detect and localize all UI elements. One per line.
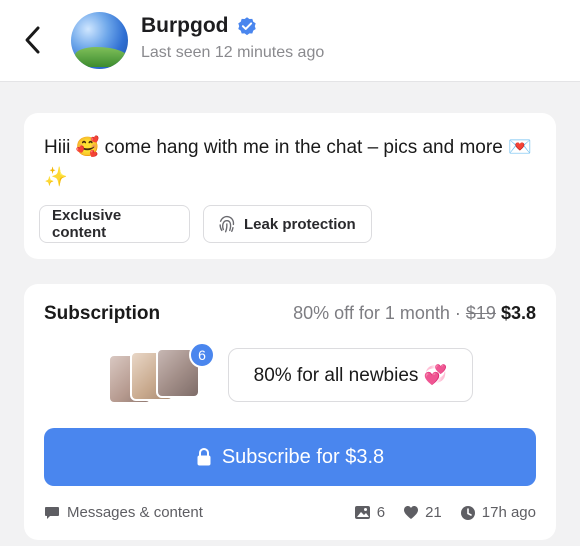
subscription-title: Subscription (44, 303, 161, 324)
media-count-badge: 6 (189, 342, 215, 368)
last-seen-status: Last seen 12 minutes ago (141, 44, 325, 61)
promo-text: 80% for all newbies 💞 (253, 365, 448, 386)
photo-count: 6 (376, 504, 386, 521)
bio-card: Hiii 🥰 come hang with me in the chat – p… (24, 113, 556, 259)
clock-icon (460, 505, 475, 520)
chat-bubble-icon (45, 506, 59, 519)
verified-icon (238, 17, 257, 36)
profile-name[interactable]: Burpgod (141, 14, 228, 38)
heart-icon (404, 506, 419, 519)
media-preview-stack[interactable]: 6 (108, 342, 215, 404)
leak-protection-chip[interactable]: Leak protection (203, 205, 372, 243)
posted-time: 17h ago (481, 504, 536, 521)
footer-left-text: Messages & content (67, 504, 203, 521)
like-count: 21 (425, 504, 442, 521)
media-stats: 6 21 17h ago (354, 504, 536, 521)
back-chevron-icon (25, 26, 40, 54)
profile-name-row: Burpgod (141, 14, 258, 38)
exclusive-content-chip[interactable]: Exclusive content (39, 205, 190, 243)
fingerprint-icon (219, 215, 235, 233)
offer-text: 80% off for 1 month · (293, 303, 461, 323)
subscribe-label: Subscribe for $3.8 (221, 445, 385, 468)
new-price: $3.8 (500, 303, 536, 323)
subscribe-button[interactable]: Subscribe for $3.8 (44, 428, 536, 486)
old-price: $19 (465, 303, 496, 323)
bio-text: Hiii 🥰 come hang with me in the chat – p… (44, 137, 532, 188)
chip-label: Exclusive content (52, 207, 122, 241)
image-icon (354, 506, 370, 519)
back-button[interactable] (18, 22, 46, 58)
chip-label: Leak protection (244, 215, 356, 233)
newbie-promo-pill: 80% for all newbies 💞 (228, 348, 473, 402)
avatar[interactable] (71, 12, 128, 69)
subscription-offer: 80% off for 1 month · $19 $3.8 (293, 303, 536, 324)
lock-icon (197, 447, 211, 466)
chat-header: Burpgod Last seen 12 minutes ago (0, 0, 580, 82)
subscription-card: Subscription 80% off for 1 month · $19 $… (24, 284, 556, 540)
messages-content-label: Messages & content (44, 504, 203, 521)
